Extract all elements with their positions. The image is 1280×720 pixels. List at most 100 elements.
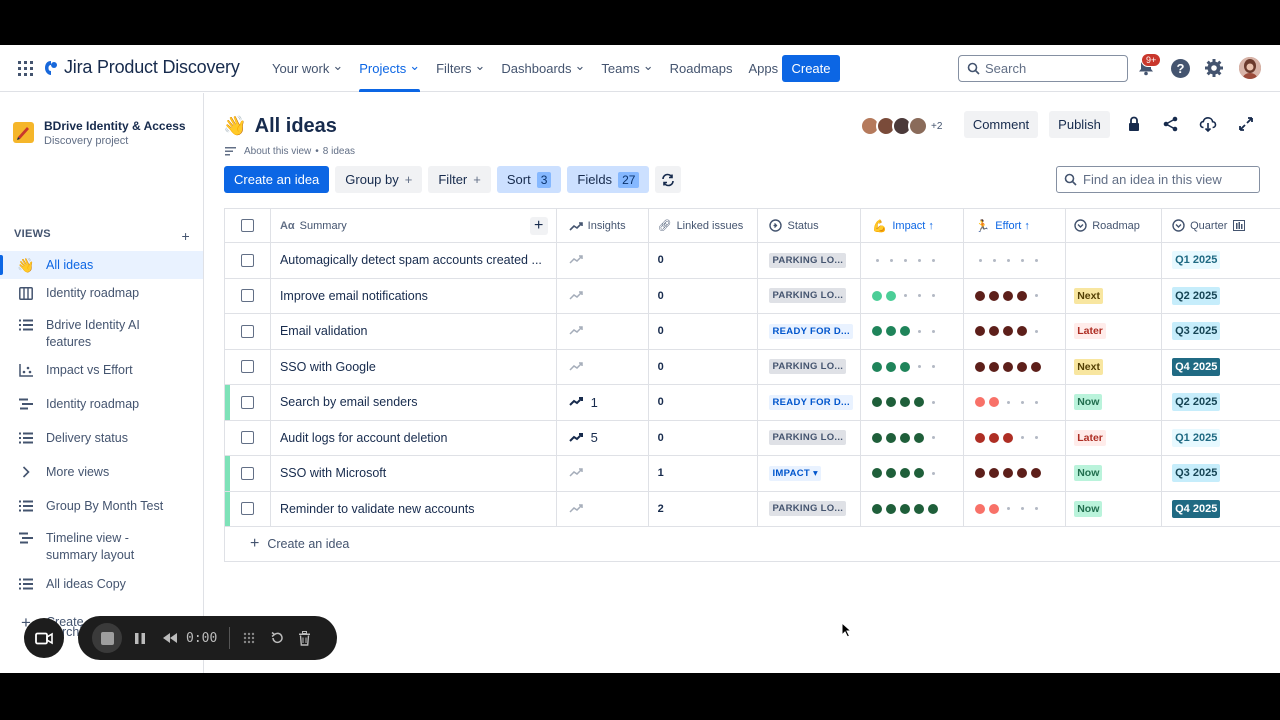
create-idea-row[interactable]: + Create an idea xyxy=(225,527,1280,562)
status-cell[interactable]: PARKING LO... xyxy=(758,243,862,278)
summary-cell[interactable]: Improve email notifications xyxy=(269,278,557,313)
effort-rating[interactable] xyxy=(975,397,1041,408)
nav-teams[interactable]: Teams ⌄ xyxy=(601,45,653,92)
sidebar-item-delivery-status[interactable]: Delivery status xyxy=(0,430,203,447)
insights-cell[interactable] xyxy=(557,314,649,349)
summary-cell[interactable]: Reminder to validate new accounts xyxy=(269,491,557,526)
effort-rating[interactable] xyxy=(975,258,1041,262)
status-cell[interactable]: READY FOR D... xyxy=(758,314,862,349)
quarter-cell[interactable]: Q4 2025 xyxy=(1162,350,1280,385)
effort-cell[interactable] xyxy=(964,420,1067,455)
sidebar-item-group-by-month-test[interactable]: Group By Month Test xyxy=(0,498,203,515)
impact-cell[interactable] xyxy=(861,243,965,278)
insights-cell[interactable]: 1 xyxy=(557,385,649,420)
insights-cell[interactable] xyxy=(557,349,649,384)
nav-your-work[interactable]: Your work ⌄ xyxy=(272,45,343,92)
autosave-sync-icon[interactable] xyxy=(655,166,682,193)
project-header[interactable]: BDrive Identity & Access Discovery proje… xyxy=(13,119,186,147)
summary-cell[interactable]: SSO with Google xyxy=(269,349,557,384)
row-checkbox[interactable] xyxy=(240,360,254,374)
insights-cell[interactable] xyxy=(557,491,649,526)
app-switcher-icon[interactable] xyxy=(18,61,33,76)
search-input[interactable]: Search xyxy=(958,55,1128,82)
summary-cell[interactable]: SSO with Microsoft xyxy=(269,456,557,491)
effort-cell[interactable] xyxy=(964,278,1067,313)
find-idea-input[interactable]: Find an idea in this view xyxy=(1056,166,1260,193)
impact-cell[interactable] xyxy=(861,349,965,384)
roadmap-cell[interactable]: Now xyxy=(1066,456,1163,491)
sidebar-item-bdrive-identity-ai-features[interactable]: Bdrive Identity AI features xyxy=(0,317,203,351)
table-row[interactable]: Search by email senders 1 0 READY FOR D... N… xyxy=(225,385,1280,421)
status-cell[interactable]: PARKING LO... xyxy=(758,420,862,455)
impact-rating[interactable] xyxy=(872,397,938,408)
product-home-link[interactable]: Jira Product Discovery xyxy=(44,57,240,78)
nav-dashboards[interactable]: Dashboards ⌄ xyxy=(501,45,585,92)
linked-issues-cell[interactable]: 2 xyxy=(649,491,759,526)
sidebar-item-all-ideas-copy[interactable]: All ideas Copy xyxy=(0,576,203,593)
sidebar-item-timeline-view-summary-layout[interactable]: Timeline view - summary layout xyxy=(0,530,203,564)
effort-rating[interactable] xyxy=(975,361,1042,372)
select-all-checkbox[interactable] xyxy=(240,219,254,232)
column-summary[interactable]: Aα Summary + xyxy=(269,209,557,242)
nav-roadmaps[interactable]: Roadmaps xyxy=(670,45,733,92)
impact-rating[interactable] xyxy=(872,468,938,479)
add-field-button[interactable]: + xyxy=(529,217,548,235)
impact-cell[interactable] xyxy=(861,278,965,313)
create-button[interactable]: Create xyxy=(782,55,840,82)
restart-icon[interactable] xyxy=(270,631,284,645)
create-idea-button[interactable]: Create an idea xyxy=(224,166,330,193)
effort-cell[interactable] xyxy=(964,349,1067,384)
status-cell[interactable]: READY FOR D... xyxy=(758,385,862,420)
delete-trash-icon[interactable] xyxy=(298,630,311,646)
help-icon[interactable]: ? xyxy=(1171,59,1190,78)
roadmap-cell[interactable] xyxy=(1066,243,1163,278)
linked-issues-cell[interactable]: 0 xyxy=(649,385,759,420)
linked-issues-cell[interactable]: 0 xyxy=(649,349,759,384)
column-linked-issues[interactable]: 🔗︎ Linked issues xyxy=(649,209,759,242)
effort-rating[interactable] xyxy=(975,290,1041,301)
column-stats-icon[interactable] xyxy=(1233,220,1246,231)
nav-projects[interactable]: Projects ⌄ xyxy=(359,45,420,92)
impact-rating[interactable] xyxy=(872,290,938,301)
sidebar-item-identity-roadmap[interactable]: Identity roadmap xyxy=(0,285,203,302)
group-by-button[interactable]: Group by + xyxy=(335,166,423,193)
impact-cell[interactable] xyxy=(861,385,965,420)
drag-handle-icon[interactable] xyxy=(242,631,256,645)
collaborator-avatars[interactable]: +2 xyxy=(860,116,942,136)
effort-cell[interactable] xyxy=(964,314,1067,349)
quarter-cell[interactable]: Q3 2025 xyxy=(1162,314,1280,349)
add-view-button[interactable]: + xyxy=(182,228,190,244)
roadmap-cell[interactable]: Later xyxy=(1066,314,1163,349)
linked-issues-cell[interactable]: 0 xyxy=(649,278,759,313)
stop-button[interactable] xyxy=(92,623,122,653)
fullscreen-icon[interactable] xyxy=(1237,115,1255,133)
insights-cell[interactable]: 5 xyxy=(557,420,649,455)
table-row[interactable]: Audit logs for account deletion 5 0 PARKING… xyxy=(225,420,1280,456)
column-status[interactable]: Status xyxy=(758,209,862,242)
quarter-cell[interactable]: Q2 2025 xyxy=(1162,279,1280,314)
quarter-cell[interactable]: Q1 2025 xyxy=(1162,243,1280,278)
column-impact[interactable]: 💪 Impact ↑ xyxy=(861,209,965,242)
filter-button[interactable]: Filter + xyxy=(428,166,491,193)
roadmap-cell[interactable]: Now xyxy=(1066,385,1163,420)
status-cell[interactable]: PARKING LO... xyxy=(758,349,862,384)
publish-button[interactable]: Publish xyxy=(1049,111,1110,138)
linked-issues-cell[interactable]: 0 xyxy=(649,314,759,349)
impact-cell[interactable] xyxy=(861,491,965,526)
impact-cell[interactable] xyxy=(861,314,965,349)
summary-cell[interactable]: Email validation xyxy=(269,314,557,349)
table-row[interactable]: Reminder to validate new accounts 2 PARKIN… xyxy=(225,491,1280,527)
sidebar-item-impact-vs-effort[interactable]: Impact vs Effort xyxy=(0,362,203,379)
effort-cell[interactable] xyxy=(964,243,1067,278)
row-checkbox[interactable] xyxy=(240,395,254,409)
quarter-cell[interactable]: Q1 2025 xyxy=(1162,421,1280,456)
sort-button[interactable]: Sort 3 xyxy=(496,166,562,193)
column-effort[interactable]: 🏃 Effort ↑ xyxy=(964,209,1067,242)
pause-icon[interactable] xyxy=(134,632,146,645)
rewind-icon[interactable] xyxy=(162,632,178,644)
table-row[interactable]: Improve email notifications 0 PARKING LO..… xyxy=(225,278,1280,314)
view-title-text[interactable]: All ideas xyxy=(255,115,337,138)
lock-icon[interactable] xyxy=(1125,115,1143,133)
row-checkbox[interactable] xyxy=(240,253,254,267)
insights-cell[interactable] xyxy=(557,456,649,491)
